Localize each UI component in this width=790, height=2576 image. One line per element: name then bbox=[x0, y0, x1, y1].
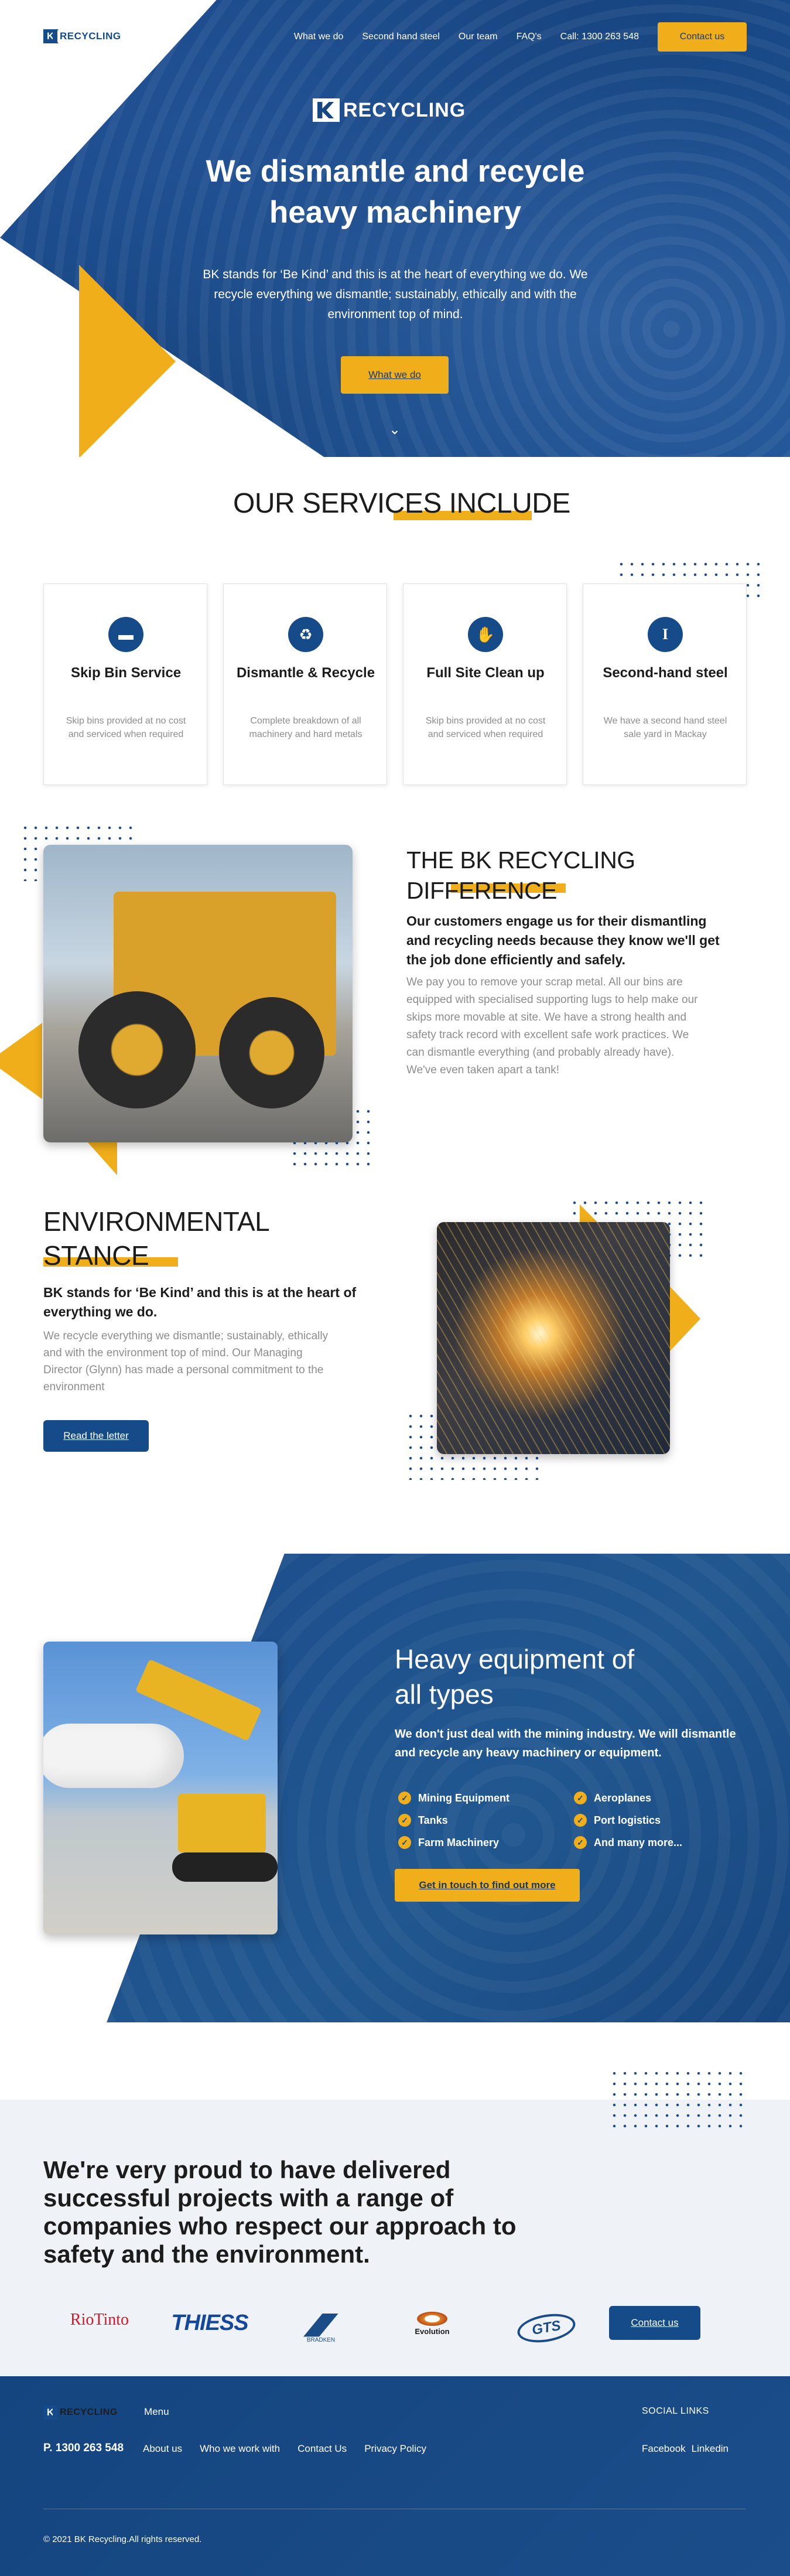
list-item: ✓ Mining Equipment bbox=[398, 1790, 574, 1806]
difference-title: THE BK RECYCLING DIFFERENCE bbox=[406, 847, 635, 904]
mining-truck-image bbox=[43, 845, 353, 1142]
footer-menu-label: Menu bbox=[144, 2406, 169, 2417]
difference-body: We pay you to remove your scrap metal. A… bbox=[406, 976, 698, 1076]
footer-link-privacy[interactable]: Privacy Policy bbox=[364, 2443, 426, 2455]
hero-logo: RECYCLING bbox=[313, 98, 466, 122]
dot-pattern bbox=[609, 2068, 744, 2129]
yellow-triangle-decor bbox=[670, 1287, 700, 1351]
footer-logo-text: RECYCLING bbox=[60, 2407, 118, 2417]
list-item: ✓ Aeroplanes bbox=[574, 1790, 750, 1806]
list-item: ✓ Farm Machinery bbox=[398, 1835, 574, 1850]
top-navigation: K RECYCLING What we do Second hand steel… bbox=[0, 0, 790, 74]
footer-link-contact[interactable]: Contact Us bbox=[297, 2443, 347, 2455]
evolution-logo: Evolution bbox=[403, 2311, 461, 2336]
difference-lead: Our customers engage us for their disman… bbox=[406, 913, 720, 967]
bk-logo-icon: K bbox=[43, 2406, 57, 2420]
gts-logo: GTS bbox=[514, 2309, 579, 2347]
excavator-image bbox=[43, 1642, 278, 1934]
nav-second-hand-steel[interactable]: Second hand steel bbox=[362, 32, 440, 42]
service-card-clean-up[interactable]: ✋ Full Site Clean up Skip bins provided … bbox=[403, 584, 567, 785]
environment-body: We recycle everything we dismantle; sust… bbox=[43, 1330, 329, 1393]
nav-call-phone[interactable]: Call: 1300 263 548 bbox=[560, 32, 639, 42]
partners-title: We're very proud to have delivered succe… bbox=[43, 2156, 517, 2268]
hero-section: K RECYCLING What we do Second hand steel… bbox=[0, 0, 790, 457]
nav-our-team[interactable]: Our team bbox=[459, 32, 498, 42]
footer-logo[interactable]: K RECYCLING bbox=[43, 2406, 118, 2420]
recycle-icon: ♻ bbox=[288, 617, 323, 652]
yellow-triangle-decor bbox=[88, 1142, 117, 1175]
hands-icon: ✋ bbox=[468, 617, 503, 652]
contact-us-button[interactable]: Contact us bbox=[609, 2306, 700, 2340]
check-icon: ✓ bbox=[574, 1792, 587, 1804]
check-icon: ✓ bbox=[398, 1836, 411, 1849]
check-icon: ✓ bbox=[398, 1792, 411, 1804]
service-card-skip-bin[interactable]: ▬ Skip Bin Service Skip bins provided at… bbox=[43, 584, 207, 785]
bradken-logo: BRADKEN bbox=[297, 2311, 344, 2346]
list-item: ✓ Tanks bbox=[398, 1813, 574, 1828]
environment-lead: BK stands for ‘Be Kind’ and this is at t… bbox=[43, 1285, 357, 1319]
service-card-desc: Skip bins provided at no cost and servic… bbox=[66, 716, 186, 739]
hero-logo-text: RECYCLING bbox=[343, 98, 466, 121]
services-title: OUR SERVICES INCLUDE bbox=[233, 488, 570, 519]
hero-subtitle: BK stands for ‘Be Kind’ and this is at t… bbox=[203, 268, 588, 321]
copyright-text: © 2021 BK Recycling.All rights reserved. bbox=[43, 2534, 202, 2544]
footer-link-about[interactable]: About us bbox=[143, 2443, 182, 2455]
service-card-dismantle[interactable]: ♻ Dismantle & Recycle Complete breakdown… bbox=[223, 584, 387, 785]
heavy-equipment-title: Heavy equipment of all types bbox=[395, 1644, 635, 1710]
bk-logo-icon bbox=[313, 98, 340, 122]
service-card-desc: Complete breakdown of all machinery and … bbox=[249, 716, 362, 739]
hero-title: We dismantle and recycle heavy machinery bbox=[206, 154, 585, 230]
thiess-logo: THIESS bbox=[171, 2311, 248, 2335]
check-icon: ✓ bbox=[574, 1814, 587, 1827]
page: K RECYCLING What we do Second hand steel… bbox=[0, 0, 790, 2576]
nav-contact-button[interactable]: Contact us bbox=[658, 22, 747, 52]
nav-faqs[interactable]: FAQ's bbox=[517, 32, 542, 42]
bk-logo-icon: K bbox=[43, 29, 57, 43]
facebook-link[interactable]: Facebook bbox=[642, 2443, 686, 2455]
service-card-second-hand-steel[interactable]: I Second-hand steel We have a second han… bbox=[583, 584, 747, 785]
cutting-sparks-image bbox=[437, 1222, 670, 1454]
check-icon: ✓ bbox=[574, 1836, 587, 1849]
footer-link-who-we-work-with[interactable]: Who we work with bbox=[200, 2443, 280, 2455]
heavy-equipment-lead: We don't just deal with the mining indus… bbox=[395, 1728, 736, 1759]
nav-what-we-do[interactable]: What we do bbox=[294, 32, 343, 42]
social-links: Facebook Linkedin bbox=[642, 2443, 729, 2455]
read-letter-button[interactable]: Read the letter bbox=[43, 1420, 149, 1452]
site-logo[interactable]: K RECYCLING bbox=[43, 29, 121, 43]
service-card-desc: Skip bins provided at no cost and servic… bbox=[425, 716, 546, 739]
service-card-title: Full Site Clean up bbox=[426, 665, 545, 681]
list-item: ✓ And many more... bbox=[574, 1835, 750, 1850]
footer-links: About us Who we work with Contact Us Pri… bbox=[143, 2443, 426, 2455]
chevron-down-icon[interactable]: ⌄ bbox=[387, 422, 403, 438]
steel-beam-icon: I bbox=[648, 617, 683, 652]
linkedin-link[interactable]: Linkedin bbox=[692, 2443, 729, 2455]
environment-title: ENVIRONMENTAL STANCE bbox=[43, 1206, 270, 1271]
logo-text: RECYCLING bbox=[60, 30, 121, 42]
riotinto-logo: RioTinto bbox=[70, 2311, 129, 2329]
service-card-title: Dismantle & Recycle bbox=[236, 665, 375, 681]
social-links-title: SOCIAL LINKS bbox=[642, 2406, 709, 2416]
nav-links: What we do Second hand steel Our team FA… bbox=[294, 22, 747, 52]
service-card-title: Second-hand steel bbox=[603, 665, 728, 681]
check-icon: ✓ bbox=[398, 1814, 411, 1827]
get-in-touch-button[interactable]: Get in touch to find out more bbox=[395, 1869, 580, 1902]
dumpster-icon: ▬ bbox=[108, 617, 143, 652]
yellow-triangle-decor bbox=[0, 1023, 42, 1099]
list-item: ✓ Port logistics bbox=[574, 1813, 750, 1828]
what-we-do-button[interactable]: What we do bbox=[341, 356, 449, 394]
footer-phone[interactable]: P. 1300 263 548 bbox=[43, 2442, 124, 2455]
service-card-desc: We have a second hand steel sale yard in… bbox=[603, 716, 727, 739]
equipment-list: ✓ Mining Equipment ✓ Aeroplanes ✓ Tanks ✓ Po… bbox=[398, 1790, 750, 1850]
service-card-title: Skip Bin Service bbox=[70, 665, 182, 681]
